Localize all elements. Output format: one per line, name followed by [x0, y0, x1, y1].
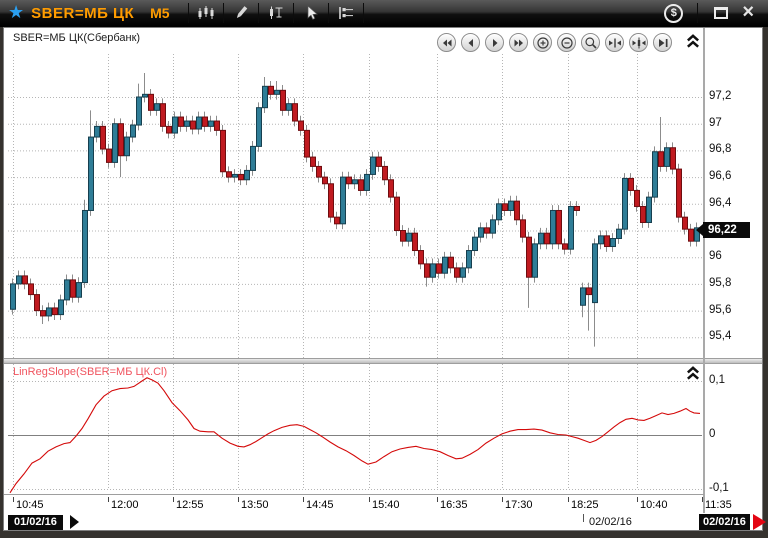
- separator: [362, 3, 364, 23]
- compress-horizontal-icon: [608, 38, 621, 47]
- time-axis[interactable]: 10:45 12:00 12:55 13:50 14:45 15:40 16:35 17:30…: [0, 497, 768, 514]
- time-tick-label: 10:40: [640, 499, 668, 511]
- compress-horizontal-button[interactable]: [605, 33, 624, 52]
- separator: [222, 3, 224, 23]
- application-window: ★ SBER=МБ ЦК M5 $ × SBER=МБ ЦК(Сбербанк)…: [0, 0, 768, 538]
- time-tick-label: 13:50: [241, 499, 269, 511]
- go-to-end-button[interactable]: [653, 33, 672, 52]
- price-axis[interactable]: 97,29796,896,696,496,29695,895,695,40,10…: [706, 0, 764, 515]
- date-row: 01/02/16 02/02/16 02/02/16: [0, 514, 768, 531]
- time-tick-label: 17:30: [505, 499, 533, 511]
- chart-type-button[interactable]: [193, 2, 219, 24]
- step-backward-icon: [468, 38, 473, 47]
- zoom-in-icon: [536, 36, 549, 49]
- step-backward-button[interactable]: [461, 33, 480, 52]
- fast-forward-button[interactable]: [509, 33, 528, 52]
- panel-bottom-border: [4, 494, 704, 495]
- time-tick-label: 12:00: [111, 499, 139, 511]
- time-tick-label: 14:45: [306, 499, 334, 511]
- time-tick-label: 10:45: [16, 499, 44, 511]
- zoom-tool-button[interactable]: [581, 33, 600, 52]
- price-axis-label: 96,4: [709, 196, 732, 209]
- indicator-icon: [269, 6, 283, 19]
- cursor-button[interactable]: [298, 2, 324, 24]
- cursor-icon: [307, 5, 318, 20]
- wicks-layer: [12, 72, 697, 347]
- price-plot[interactable]: [8, 54, 702, 358]
- date-badge-end: 02/02/16: [699, 514, 750, 530]
- price-axis-label: 96,6: [709, 170, 732, 183]
- current-price-badge: 96,22: [703, 222, 750, 238]
- price-axis-label: 95,8: [709, 276, 732, 289]
- go-to-end-icon: [658, 38, 667, 47]
- draw-button[interactable]: [228, 2, 254, 24]
- pencil-icon: [236, 6, 247, 19]
- timeframe-label: M5: [150, 5, 170, 21]
- magnifier-icon: [584, 36, 597, 49]
- time-tick: [637, 497, 638, 502]
- step-forward-icon: [492, 38, 497, 47]
- zoom-out-icon: [560, 36, 573, 49]
- chevron-up-double-icon: [687, 34, 699, 48]
- collapse-upper-panel-button[interactable]: [686, 33, 700, 49]
- time-tick: [568, 497, 569, 502]
- indicator-axis-label: 0: [709, 428, 716, 440]
- separator: [257, 3, 259, 23]
- fast-forward-icon: [514, 39, 523, 46]
- price-axis-label: 95,4: [709, 330, 732, 343]
- chart-nav-toolbar: [437, 33, 672, 52]
- date-separator-label: 02/02/16: [589, 516, 632, 528]
- levels-icon: [338, 7, 353, 19]
- time-tick: [303, 497, 304, 502]
- time-tick: [502, 497, 503, 502]
- separator: [187, 3, 189, 23]
- date-badge-start: 01/02/16: [8, 515, 63, 530]
- indicator-axis-label: 0,1: [709, 374, 725, 386]
- indicator-plot[interactable]: [8, 364, 702, 494]
- star-icon: ★: [8, 1, 25, 22]
- zoom-out-button[interactable]: [557, 33, 576, 52]
- indicator-axis-label: -0,1: [709, 482, 729, 494]
- step-forward-button[interactable]: [485, 33, 504, 52]
- title-bar: ★ SBER=МБ ЦК M5 $ ×: [0, 0, 768, 27]
- fast-backward-icon: [442, 39, 451, 46]
- separator: [697, 3, 699, 23]
- levels-button[interactable]: [333, 2, 359, 24]
- time-tick-label: 11:35: [705, 499, 732, 511]
- zoom-in-button[interactable]: [533, 33, 552, 52]
- axis-divider-line: [703, 28, 705, 513]
- time-tick: [702, 497, 703, 502]
- price-axis-label: 96: [709, 250, 722, 263]
- time-tick-label: 12:55: [176, 499, 204, 511]
- time-tick-label: 15:40: [372, 499, 400, 511]
- fast-backward-button[interactable]: [437, 33, 456, 52]
- price-axis-label: 97,2: [709, 90, 732, 102]
- price-axis-label: 95,6: [709, 303, 732, 316]
- time-tick: [13, 497, 14, 502]
- time-tick: [238, 497, 239, 502]
- currency-button[interactable]: $: [664, 3, 684, 23]
- price-axis-label: 96,8: [709, 143, 732, 156]
- indicator-button[interactable]: [263, 2, 289, 24]
- date-separator-tick: [583, 514, 584, 522]
- time-tick-label: 18:25: [571, 499, 599, 511]
- separator: [327, 3, 329, 23]
- separator: [292, 3, 294, 23]
- compress-candles-button[interactable]: [629, 33, 648, 52]
- current-price-marker: [696, 224, 703, 236]
- time-tick: [108, 497, 109, 502]
- time-tick: [173, 497, 174, 502]
- candles-layer: [10, 85, 700, 317]
- instrument-header-label: SBER=МБ ЦК(Сбербанк): [13, 32, 141, 44]
- price-axis-label: 97: [709, 116, 722, 129]
- time-tick-label: 16:35: [440, 499, 468, 511]
- date-badge-start-arrow: [70, 515, 79, 529]
- instrument-symbol: SBER=МБ ЦК: [31, 4, 135, 22]
- time-tick: [437, 497, 438, 502]
- time-tick: [369, 497, 370, 502]
- candlestick-icon: [198, 6, 214, 19]
- date-badge-end-arrow: [753, 514, 766, 530]
- compress-candles-icon: [632, 37, 645, 48]
